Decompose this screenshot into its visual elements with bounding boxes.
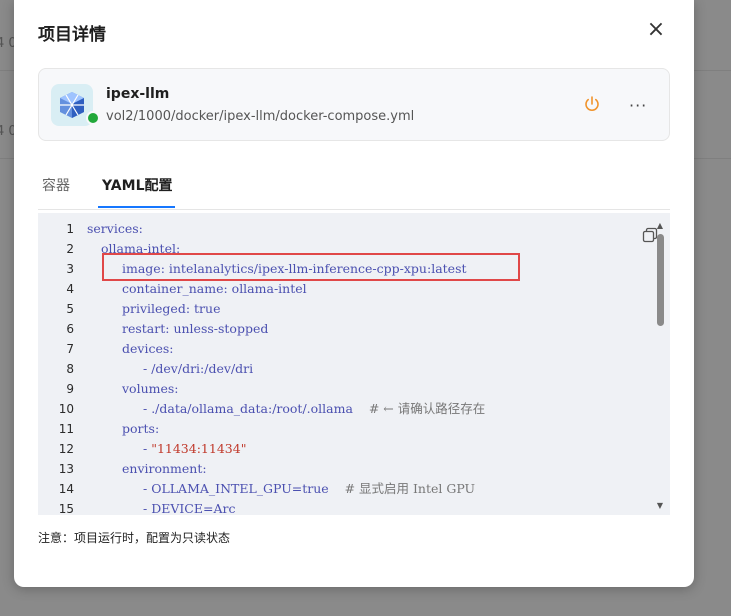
line-number: 13 bbox=[58, 462, 74, 476]
code-content: - "11434:11434" bbox=[143, 441, 247, 456]
code-content: image: intelanalytics/ipex-llm-inference… bbox=[122, 261, 467, 276]
code-content: container_name: ollama-intel bbox=[122, 281, 307, 296]
tab-yaml-config[interactable]: YAML配置 bbox=[102, 175, 173, 195]
code-line: 2 ollama-intel: bbox=[38, 239, 658, 259]
code-line: 7 devices: bbox=[38, 339, 658, 359]
code-line: 4 container_name: ollama-intel bbox=[38, 279, 658, 299]
line-number: 6 bbox=[66, 322, 74, 336]
line-number: 8 bbox=[66, 362, 74, 376]
tab-containers[interactable]: 容器 bbox=[42, 175, 70, 195]
more-options-icon[interactable]: ··· bbox=[629, 96, 647, 115]
line-number: 14 bbox=[58, 482, 74, 496]
code-text: ollama-intel: bbox=[101, 239, 180, 259]
code-content: devices: bbox=[122, 341, 174, 356]
active-tab-indicator bbox=[98, 206, 175, 208]
running-status-dot bbox=[86, 111, 100, 125]
code-text: volumes: bbox=[122, 379, 179, 399]
line-number: 12 bbox=[58, 442, 74, 456]
scroll-down-arrow-icon[interactable]: ▼ bbox=[655, 502, 665, 510]
scroll-up-arrow-icon[interactable]: ▲ bbox=[655, 222, 665, 230]
line-number: 7 bbox=[66, 342, 74, 356]
code-content: environment: bbox=[122, 461, 207, 476]
code-text: services: bbox=[87, 219, 143, 239]
code-comment: # 显式启用 Intel GPU bbox=[344, 481, 476, 496]
read-only-note: 注意：项目运行时，配置为只读状态 bbox=[38, 531, 231, 545]
project-details-dialog: 项目详情 × ipex-llm vol2/1000/docker/ipex-ll… bbox=[14, 0, 694, 587]
code-scrollbar[interactable]: ▲ ▼ bbox=[655, 222, 665, 514]
code-line: 6 restart: unless-stopped bbox=[38, 319, 658, 339]
code-content: - ./data/ollama_data:/root/.ollama bbox=[143, 401, 353, 416]
code-line: 12 - "11434:11434" bbox=[38, 439, 658, 459]
code-text: ports: bbox=[122, 419, 159, 439]
code-text: - OLLAMA_INTEL_GPU=true # 显式启用 Intel GPU bbox=[143, 479, 475, 499]
line-number: 1 bbox=[66, 222, 74, 236]
project-card: ipex-llm vol2/1000/docker/ipex-llm/docke… bbox=[38, 68, 670, 141]
project-path: vol2/1000/docker/ipex-llm/docker-compose… bbox=[106, 109, 415, 124]
code-line: 15 - DEVICE=Arc bbox=[38, 499, 658, 515]
code-text: devices: bbox=[122, 339, 173, 359]
line-number: 11 bbox=[58, 422, 74, 436]
scrollbar-thumb[interactable] bbox=[657, 234, 664, 326]
code-text: - "11434:11434" bbox=[143, 439, 246, 459]
tab-bar: 容器 YAML配置 bbox=[38, 165, 670, 210]
code-text: - DEVICE=Arc bbox=[143, 499, 235, 515]
code-text: container_name: ollama-intel bbox=[122, 279, 307, 299]
code-content: restart: unless-stopped bbox=[122, 321, 269, 336]
code-line: 1 services: bbox=[38, 219, 658, 239]
power-icon[interactable] bbox=[583, 95, 601, 113]
code-line: 5 privileged: true bbox=[38, 299, 658, 319]
line-number: 3 bbox=[66, 262, 74, 276]
code-content: services: bbox=[87, 221, 143, 236]
line-number: 15 bbox=[58, 502, 74, 515]
code-line: 14 - OLLAMA_INTEL_GPU=true # 显式启用 Intel G… bbox=[38, 479, 658, 499]
code-content: - /dev/dri:/dev/dri bbox=[143, 361, 254, 376]
code-text: privileged: true bbox=[122, 299, 220, 319]
line-number: 5 bbox=[66, 302, 74, 316]
line-number: 10 bbox=[58, 402, 74, 416]
code-text: - /dev/dri:/dev/dri bbox=[143, 359, 253, 379]
line-number: 9 bbox=[66, 382, 74, 396]
code-line: 9 volumes: bbox=[38, 379, 658, 399]
code-content: volumes: bbox=[122, 381, 179, 396]
line-number: 4 bbox=[66, 282, 74, 296]
code-content: - OLLAMA_INTEL_GPU=true bbox=[143, 481, 329, 496]
yaml-code-editor[interactable]: 1 services: 2 ollama-intel: 3 image: intelana… bbox=[38, 213, 670, 515]
code-text: restart: unless-stopped bbox=[122, 319, 268, 339]
code-text: environment: bbox=[122, 459, 207, 479]
close-icon[interactable]: × bbox=[646, 19, 666, 41]
code-line: 13 environment: bbox=[38, 459, 658, 479]
code-content: ollama-intel: bbox=[101, 241, 181, 256]
code-line: 11 ports: bbox=[38, 419, 658, 439]
project-name: ipex-llm bbox=[106, 86, 170, 102]
dialog-title: 项目详情 bbox=[38, 25, 106, 45]
code-content: ports: bbox=[122, 421, 160, 436]
code-text: - ./data/ollama_data:/root/.ollama # ← 请… bbox=[143, 399, 485, 419]
code-line: 10 - ./data/ollama_data:/root/.ollama # ←… bbox=[38, 399, 658, 419]
code-comment: # ← 请确认路径存在 bbox=[368, 401, 486, 416]
code-line: 8 - /dev/dri:/dev/dri bbox=[38, 359, 658, 379]
line-number: 2 bbox=[66, 242, 74, 256]
code-line: 3 image: intelanalytics/ipex-llm-inferenc… bbox=[38, 259, 658, 279]
code-content: - DEVICE=Arc bbox=[143, 501, 236, 515]
code-text: image: intelanalytics/ipex-llm-inference… bbox=[122, 259, 467, 279]
code-content: privileged: true bbox=[122, 301, 221, 316]
